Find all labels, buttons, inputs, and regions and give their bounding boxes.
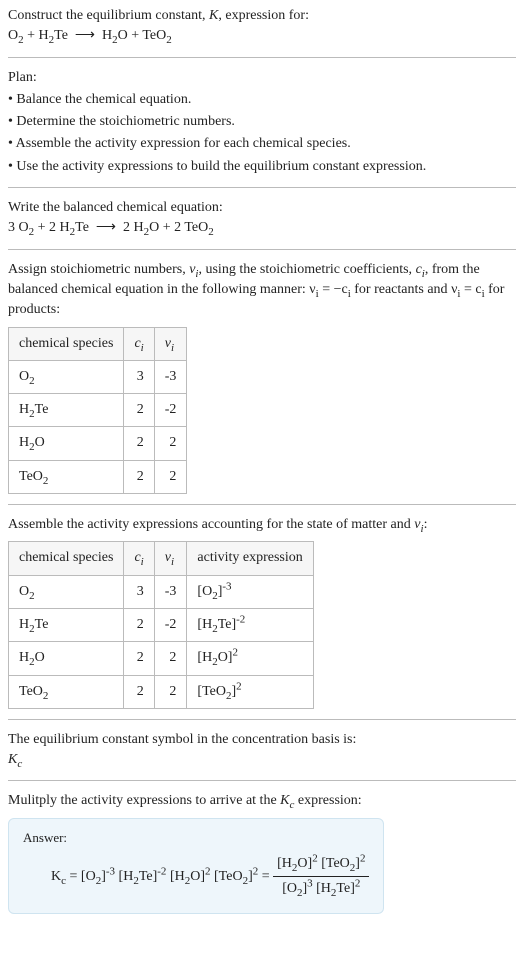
col-ci: ci: [124, 327, 154, 360]
cell-species: H2O: [9, 427, 124, 460]
answer-fraction: [H2O]2 [TeO2]2[O2]3 [H2Te]2: [273, 854, 369, 900]
divider: [8, 780, 516, 781]
cell-species: O2: [9, 360, 124, 393]
answer-box: Answer: Kc = [O2]-3 [H2Te]-2 [H2O]2 [TeO…: [8, 818, 384, 914]
cell-species: H2Te: [9, 394, 124, 427]
col-nui: νi: [154, 542, 187, 575]
balanced-heading: Write the balanced chemical equation:: [8, 198, 516, 218]
cell-species: H2Te: [9, 608, 124, 641]
plan-item: • Assemble the activity expression for e…: [8, 134, 516, 154]
assign-text: , using the stoichiometric coefficients,: [198, 262, 415, 277]
prompt-text-b: , expression for:: [218, 8, 309, 23]
cell-c: 2: [124, 394, 154, 427]
cell-c: 2: [124, 460, 154, 493]
cell-species: O2: [9, 575, 124, 608]
divider: [8, 504, 516, 505]
unbalanced-equation: O2 + H2Te ⟶ H2O + TeO2: [8, 26, 516, 46]
cell-v: -3: [154, 360, 187, 393]
cell-c: 2: [124, 642, 154, 675]
cell-v: -3: [154, 575, 187, 608]
assemble-block: Assemble the activity expressions accoun…: [8, 515, 516, 709]
kc-block: The equilibrium constant symbol in the c…: [8, 730, 516, 771]
balanced-block: Write the balanced chemical equation: 3 …: [8, 198, 516, 239]
cell-c: 2: [124, 608, 154, 641]
cell-activity: [TeO2]2: [187, 675, 313, 708]
multiply-text: Mulitply the activity expressions to arr…: [8, 793, 280, 808]
divider: [8, 249, 516, 250]
cell-activity: [O2]-3: [187, 575, 313, 608]
plan-item: • Balance the chemical equation.: [8, 90, 516, 110]
nu-eq-products: νi = ci: [451, 282, 485, 297]
assign-text: for reactants and: [351, 282, 451, 297]
fraction-numerator: [H2O]2 [TeO2]2: [273, 854, 369, 877]
col-activity: activity expression: [187, 542, 313, 575]
answer-label: Answer:: [23, 829, 369, 848]
prompt-block: Construct the equilibrium constant, K, e…: [8, 6, 516, 47]
answer-equation: Kc = [O2]-3 [H2Te]-2 [H2O]2 [TeO2]2 = [H…: [23, 854, 369, 900]
table-row: H2Te 2 -2 [H2Te]-2: [9, 608, 314, 641]
table-row: H2O 2 2: [9, 427, 187, 460]
assign-text: Assign stoichiometric numbers,: [8, 262, 189, 277]
assemble-text: Assemble the activity expressions accoun…: [8, 517, 414, 532]
plan-item: • Determine the stoichiometric numbers.: [8, 112, 516, 132]
kc-symbol: Kc: [8, 752, 22, 767]
cell-c: 3: [124, 575, 154, 608]
table-header-row: chemical species ci νi: [9, 327, 187, 360]
assign-block: Assign stoichiometric numbers, νi , using…: [8, 260, 516, 494]
cell-c: 2: [124, 427, 154, 460]
cell-v: -2: [154, 394, 187, 427]
cell-species: H2O: [9, 642, 124, 675]
divider: [8, 187, 516, 188]
cell-v: 2: [154, 642, 187, 675]
stoich-table: chemical species ci νi O2 3 -3 H2Te 2 -2…: [8, 327, 187, 494]
cell-v: 2: [154, 460, 187, 493]
cell-c: 2: [124, 675, 154, 708]
table-row: H2Te 2 -2: [9, 394, 187, 427]
kc-text: The equilibrium constant symbol in the c…: [8, 730, 516, 750]
answer-left: Kc = [O2]-3 [H2Te]-2 [H2O]2 [TeO2]2 =: [51, 869, 273, 884]
prompt-text: Construct the equilibrium constant,: [8, 8, 209, 23]
table-row: TeO2 2 2 [TeO2]2: [9, 675, 314, 708]
cell-activity: [H2O]2: [187, 642, 313, 675]
cell-species: TeO2: [9, 460, 124, 493]
table-row: H2O 2 2 [H2O]2: [9, 642, 314, 675]
table-row: O2 3 -3: [9, 360, 187, 393]
nu-i: νi: [414, 517, 423, 532]
multiply-block: Mulitply the activity expressions to arr…: [8, 791, 516, 914]
col-species: chemical species: [9, 542, 124, 575]
nu-eq-reactants: νi = −ci: [309, 282, 350, 297]
divider: [8, 719, 516, 720]
table-row: O2 3 -3 [O2]-3: [9, 575, 314, 608]
col-species: chemical species: [9, 327, 124, 360]
cell-v: 2: [154, 427, 187, 460]
cell-v: 2: [154, 675, 187, 708]
cell-c: 3: [124, 360, 154, 393]
assemble-text: :: [424, 517, 428, 532]
cell-species: TeO2: [9, 675, 124, 708]
cell-v: -2: [154, 608, 187, 641]
kc-symbol-inline: Kc: [280, 793, 294, 808]
c-i: ci: [416, 262, 425, 277]
table-header-row: chemical species ci νi activity expressi…: [9, 542, 314, 575]
plan-block: Plan: • Balance the chemical equation. •…: [8, 68, 516, 177]
plan-title: Plan:: [8, 68, 516, 88]
activity-table: chemical species ci νi activity expressi…: [8, 541, 314, 708]
multiply-text-b: expression:: [294, 793, 361, 808]
cell-activity: [H2Te]-2: [187, 608, 313, 641]
fraction-denominator: [O2]3 [H2Te]2: [273, 877, 369, 899]
plan-item: • Use the activity expressions to build …: [8, 157, 516, 177]
k-symbol: K: [209, 8, 218, 23]
balanced-equation: 3 O2 + 2 H2Te ⟶ 2 H2O + 2 TeO2: [8, 218, 516, 238]
divider: [8, 57, 516, 58]
table-row: TeO2 2 2: [9, 460, 187, 493]
col-ci: ci: [124, 542, 154, 575]
col-nui: νi: [154, 327, 187, 360]
